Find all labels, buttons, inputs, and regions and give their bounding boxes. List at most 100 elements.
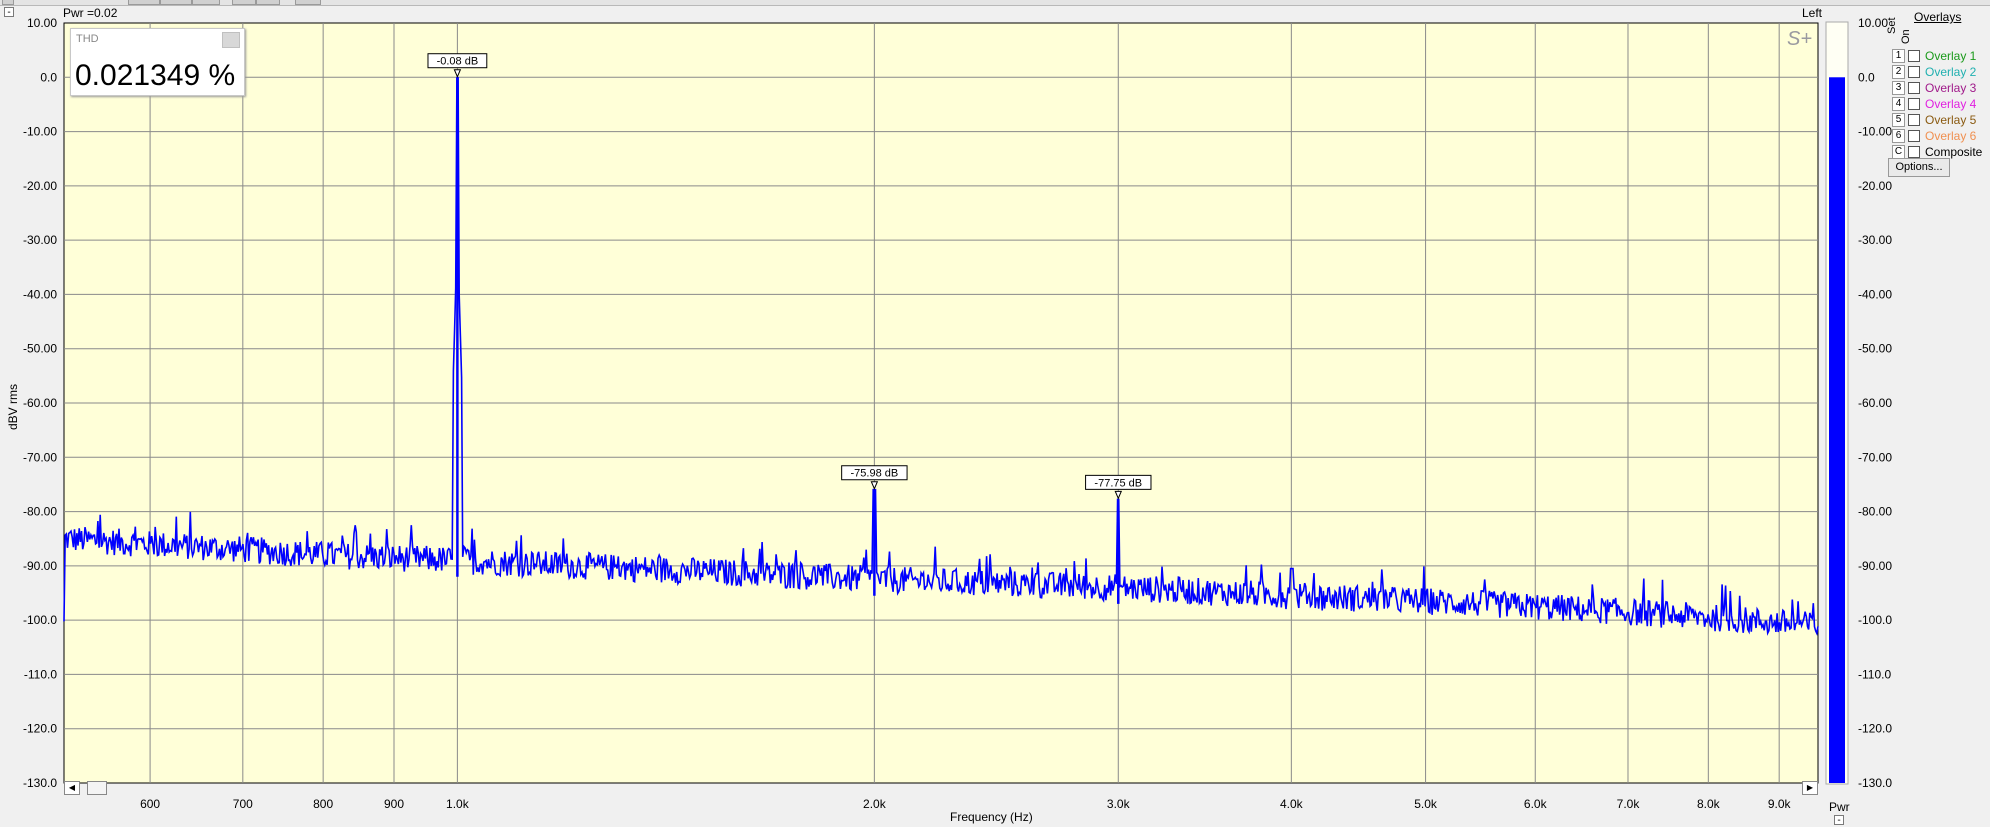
grid-lines [64, 23, 1818, 783]
x-tick-label: 2.0k [863, 797, 887, 811]
toolbar-button[interactable] [2, 0, 14, 5]
collapse-meter-button[interactable]: - [1834, 815, 1844, 826]
overlay-name: Composite [1925, 144, 1983, 159]
meter-tick-label: -70.00 [1858, 450, 1892, 464]
overlay-set-button[interactable]: 1 [1892, 48, 1905, 63]
x-tick-label: 5.0k [1414, 797, 1438, 811]
level-meter: 10.000.0-10.00-20.00-30.00-40.00-50.00-6… [1825, 16, 1892, 790]
peak-label-box [427, 53, 488, 69]
meter-tick-label: -130.0 [1858, 776, 1892, 790]
y-tick-label: -80.00 [23, 505, 57, 519]
y-tick-label: -50.00 [23, 342, 57, 356]
overlay-row[interactable]: 5 Overlay 5 [1892, 112, 1977, 127]
overlay-name: Overlay 3 [1925, 80, 1977, 95]
thd-widget[interactable]: THD 0.021349 % [70, 28, 245, 96]
spectrum-chart[interactable]: 10.000.0-10.00-20.00-30.00-40.00-50.00-6… [0, 0, 1990, 827]
meter-tick-label: -40.00 [1858, 287, 1892, 301]
x-tick-label: 1.0k [446, 797, 470, 811]
y-tick-label: 0.0 [40, 70, 57, 84]
peak-label: -0.08 dB [437, 56, 479, 68]
toolbar-button[interactable] [160, 0, 192, 5]
toolbar-button[interactable] [232, 0, 256, 5]
overlay-name: Overlay 1 [1925, 48, 1977, 63]
meter-tick-label: -120.0 [1858, 722, 1892, 736]
x-tick-label: 7.0k [1617, 797, 1641, 811]
options-button[interactable]: Options... [1888, 158, 1950, 177]
overlay-on-checkbox[interactable] [1908, 65, 1920, 78]
meter-tick-label: 10.00 [1858, 16, 1888, 30]
overlay-name: Overlay 4 [1925, 96, 1977, 111]
meter-tick-label: -80.00 [1858, 505, 1892, 519]
x-tick-label: 800 [313, 797, 333, 811]
x-tick-label: 4.0k [1280, 797, 1304, 811]
x-tick-label: 700 [233, 797, 253, 811]
peak-marker-triangle [1114, 490, 1123, 500]
overlays-panel: Overlays Set On 1 Overlay 1 2 Overlay 2 3 Ove… [1886, 8, 1988, 178]
meter-tick-label: 0.0 [1858, 70, 1875, 84]
overlay-set-button[interactable]: 4 [1892, 96, 1905, 111]
x-tick-label: 9.0k [1768, 797, 1792, 811]
meter-track [1825, 21, 1849, 785]
peak-label: -77.75 dB [1094, 477, 1142, 489]
peak-marker-triangle [453, 69, 462, 78]
meter-tick-label: -30.00 [1858, 233, 1892, 247]
overlay-row[interactable]: 4 Overlay 4 [1892, 96, 1977, 111]
thd-label: THD [76, 33, 99, 45]
on-column-header: On [1900, 29, 1912, 44]
y-tick-label: -130.0 [23, 776, 57, 790]
scroll-thumb[interactable] [87, 781, 107, 795]
meter-label: Pwr [1829, 800, 1850, 814]
thd-value: 0.021349 % [75, 59, 236, 92]
y-tick-labels: 10.00 0.0 -10.00 -20.00 -30.00 -40.00 -50.00 -6… [23, 16, 57, 790]
peak-markers: -0.08 dB -75.98 dB -77.75 dB [427, 53, 1152, 604]
toolbar-button[interactable] [192, 0, 220, 5]
toolbar-button[interactable] [295, 0, 321, 5]
thd-close-button[interactable] [222, 32, 240, 48]
overlay-name: Overlay 5 [1925, 112, 1977, 127]
meter-tick-label: -90.00 [1858, 559, 1892, 573]
x-tick-label: 3.0k [1107, 797, 1131, 811]
toolbar-button[interactable] [128, 0, 160, 5]
overlay-set-button[interactable]: 6 [1892, 128, 1905, 143]
peak-label-box [841, 465, 908, 481]
meter-tick-label: -50.00 [1858, 342, 1892, 356]
meter-tick-label: -20.00 [1858, 179, 1892, 193]
scroll-right-button[interactable]: ▶ [1802, 781, 1818, 795]
meter-tick-label: -60.00 [1858, 396, 1892, 410]
overlay-set-button[interactable]: C [1892, 144, 1905, 159]
overlay-row[interactable]: 1 Overlay 1 [1892, 48, 1977, 63]
overlay-row[interactable]: 6 Overlay 6 [1892, 128, 1976, 143]
y-tick-label: -30.00 [23, 233, 57, 247]
overlay-row[interactable]: C Composite [1892, 144, 1983, 159]
overlay-set-button[interactable]: 3 [1892, 80, 1905, 95]
y-tick-label: 10.00 [27, 16, 57, 30]
y-tick-label: -70.00 [23, 450, 57, 464]
overlay-row[interactable]: 3 Overlay 3 [1892, 80, 1977, 95]
overlay-on-checkbox[interactable] [1908, 145, 1920, 158]
overlay-set-button[interactable]: 2 [1892, 64, 1905, 79]
overlay-name: Overlay 2 [1925, 64, 1977, 79]
meter-bar [1829, 77, 1845, 784]
y-tick-label: -120.0 [23, 722, 57, 736]
overlays-title[interactable]: Overlays [1914, 10, 1961, 24]
x-tick-label: 600 [140, 797, 160, 811]
overlay-row[interactable]: 2 Overlay 2 [1892, 64, 1977, 79]
overlay-on-checkbox[interactable] [1908, 113, 1920, 126]
y-axis-title: dBV rms [6, 383, 20, 430]
x-axis-title: Frequency (Hz) [950, 810, 1033, 824]
toolbar-button[interactable] [256, 0, 280, 5]
x-tick-label: 900 [384, 797, 404, 811]
scroll-left-button[interactable]: ◀ [64, 781, 80, 795]
x-tick-labels: 600 700 800 900 1.0k 2.0k 3.0k 4.0k 5.0k 6.0k 7.0k… [140, 797, 1791, 811]
y-tick-label: -20.00 [23, 179, 57, 193]
overlay-on-checkbox[interactable] [1908, 81, 1920, 94]
overlay-on-checkbox[interactable] [1908, 97, 1920, 110]
pwr-readout: Pwr =0.02 [63, 6, 118, 20]
overlay-on-checkbox[interactable] [1908, 49, 1920, 62]
overlay-on-checkbox[interactable] [1908, 129, 1920, 142]
channel-label: Left [1801, 6, 1822, 20]
collapse-plot-button[interactable]: - [4, 7, 14, 18]
x-tick-label: 8.0k [1697, 797, 1721, 811]
spectrum-trace [63, 76, 1819, 636]
overlay-set-button[interactable]: 5 [1892, 112, 1905, 127]
